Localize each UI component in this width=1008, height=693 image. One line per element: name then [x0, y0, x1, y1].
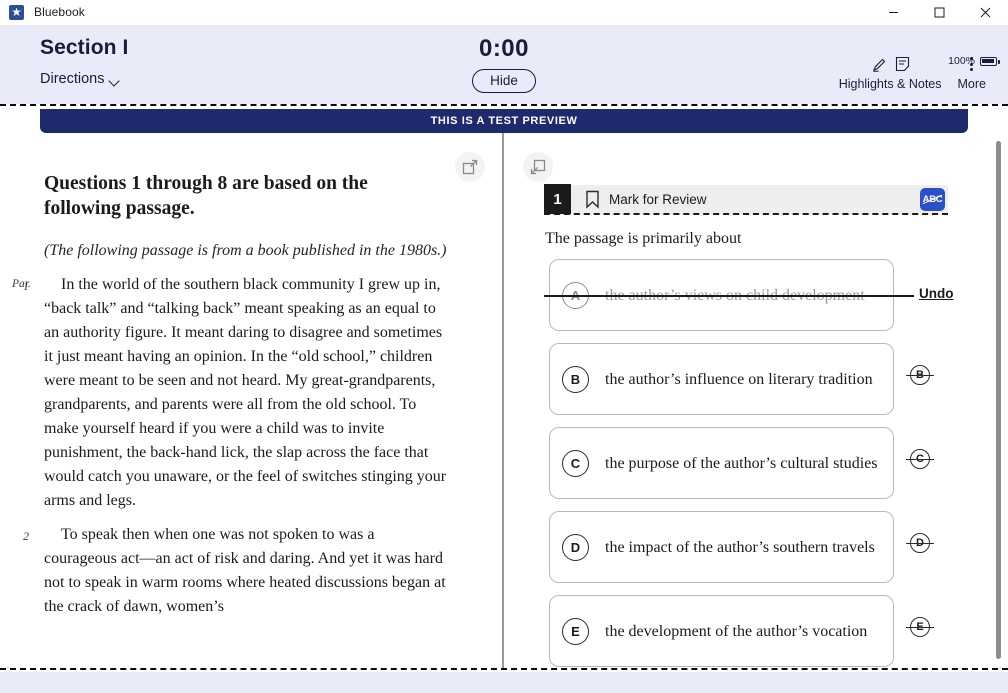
eliminate-choice-b-button[interactable]: B [906, 365, 934, 391]
battery-status: 100% [948, 55, 1000, 67]
passage-paragraph: 1 In the world of the southern black com… [23, 273, 448, 513]
more-label: More [957, 77, 986, 91]
answer-choice-row: A the author’s views on child developmen… [544, 259, 1004, 331]
choice-letter: B [562, 365, 589, 393]
passage-pane: Questions 1 through 8 are based on the f… [0, 133, 485, 668]
paragraph-text: In the world of the southern black commu… [44, 275, 447, 509]
choice-letter: C [562, 449, 589, 477]
window-titlebar: Bluebook [0, 0, 1008, 25]
test-preview-banner: THIS IS A TEST PREVIEW [40, 109, 968, 133]
passage-intro: (The following passage is from a book pu… [44, 242, 447, 259]
choice-text: the author’s influence on literary tradi… [605, 370, 873, 388]
window-controls [870, 0, 1008, 25]
paragraph-number: 2 [23, 528, 29, 543]
expand-panel-icon [462, 159, 478, 175]
answer-choice-e[interactable]: E the development of the author’s vocati… [549, 595, 894, 667]
abc-eliminator-label: ABC [922, 193, 943, 205]
pane-divider[interactable] [502, 133, 504, 668]
highlights-notes-label: Highlights & Notes [838, 77, 942, 91]
paragraph-number: 1 [23, 278, 29, 293]
undo-eliminate-link[interactable]: Undo [919, 286, 954, 301]
question-stem: The passage is primarily about [545, 230, 742, 247]
bluebook-star-icon [9, 4, 24, 20]
eliminate-strike-icon [906, 626, 934, 628]
choice-text: the impact of the author’s southern trav… [605, 538, 875, 556]
passage-heading: Questions 1 through 8 are based on the f… [44, 173, 368, 219]
choice-text: the purpose of the author’s cultural stu… [605, 454, 878, 472]
highlights-notes-button[interactable]: Highlights & Notes [831, 53, 950, 91]
window-title: Bluebook [34, 5, 85, 19]
expand-passage-panel-button[interactable] [455, 152, 485, 182]
panes-container: Questions 1 through 8 are based on the f… [0, 133, 1008, 668]
battery-percent: 100% [948, 55, 975, 67]
exam-content-area: THIS IS A TEST PREVIEW Questions 1 throu… [0, 104, 1008, 670]
eliminate-strike-icon [906, 542, 934, 544]
mark-for-review-label[interactable]: Mark for Review [609, 192, 707, 207]
eliminate-choice-d-button[interactable]: D [906, 533, 934, 559]
minimize-icon[interactable] [870, 0, 916, 25]
choice-text: the development of the author’s vocation [605, 622, 868, 640]
exam-header: Section I Directions 0:00 Hide Highlight… [0, 25, 1008, 104]
close-icon[interactable] [962, 0, 1008, 25]
eliminate-choice-c-button[interactable]: C [906, 449, 934, 475]
directions-dropdown[interactable]: Directions [40, 71, 121, 87]
hide-timer-button[interactable]: Hide [472, 69, 536, 93]
answer-choices: A the author’s views on child developmen… [544, 259, 1004, 668]
chevron-down-icon [110, 77, 121, 84]
note-icon [895, 56, 909, 72]
bottom-bar [0, 672, 1008, 693]
question-pane: 1 Mark for Review ABC The passage is pri… [506, 133, 1008, 668]
eliminate-choice-e-button[interactable]: E [906, 617, 934, 643]
battery-icon [980, 56, 1000, 66]
abc-eliminator-toggle-icon[interactable]: ABC [920, 187, 945, 211]
directions-label: Directions [40, 71, 105, 87]
paragraph-text: To speak then when one was not spoken to… [44, 525, 446, 615]
question-number: 1 [544, 184, 571, 214]
choice-letter: D [562, 533, 589, 561]
passage-paragraph: 2 To speak then when one was not spoken … [23, 523, 448, 619]
answer-choice-row: D the impact of the author’s southern tr… [544, 511, 1004, 583]
choice-strikethrough-line [544, 295, 914, 298]
answer-choice-d[interactable]: D the impact of the author’s southern tr… [549, 511, 894, 583]
answer-choice-row: E the development of the author’s vocati… [544, 595, 1004, 667]
eliminate-strike-icon [906, 374, 934, 376]
answer-choice-b[interactable]: B the author’s influence on literary tra… [549, 343, 894, 415]
choice-letter: E [562, 617, 589, 645]
highlighter-icon [872, 58, 885, 72]
bookmark-icon[interactable] [585, 190, 600, 209]
passage-body: Questions 1 through 8 are based on the f… [0, 171, 470, 629]
highlights-notes-glyphs [871, 53, 910, 75]
answer-choice-row: C the purpose of the author’s cultural s… [544, 427, 1004, 499]
question-scrollbar-thumb[interactable] [996, 141, 1001, 659]
answer-choice-c[interactable]: C the purpose of the author’s cultural s… [549, 427, 894, 499]
collapse-question-panel-button[interactable] [523, 152, 553, 182]
answer-choice-row: B the author’s influence on literary tra… [544, 343, 1004, 415]
page-title: Section I [40, 36, 129, 59]
collapse-panel-icon [530, 159, 546, 175]
maximize-icon[interactable] [916, 0, 962, 25]
eliminate-strike-icon [906, 458, 934, 460]
question-header: 1 Mark for Review ABC [544, 184, 948, 215]
